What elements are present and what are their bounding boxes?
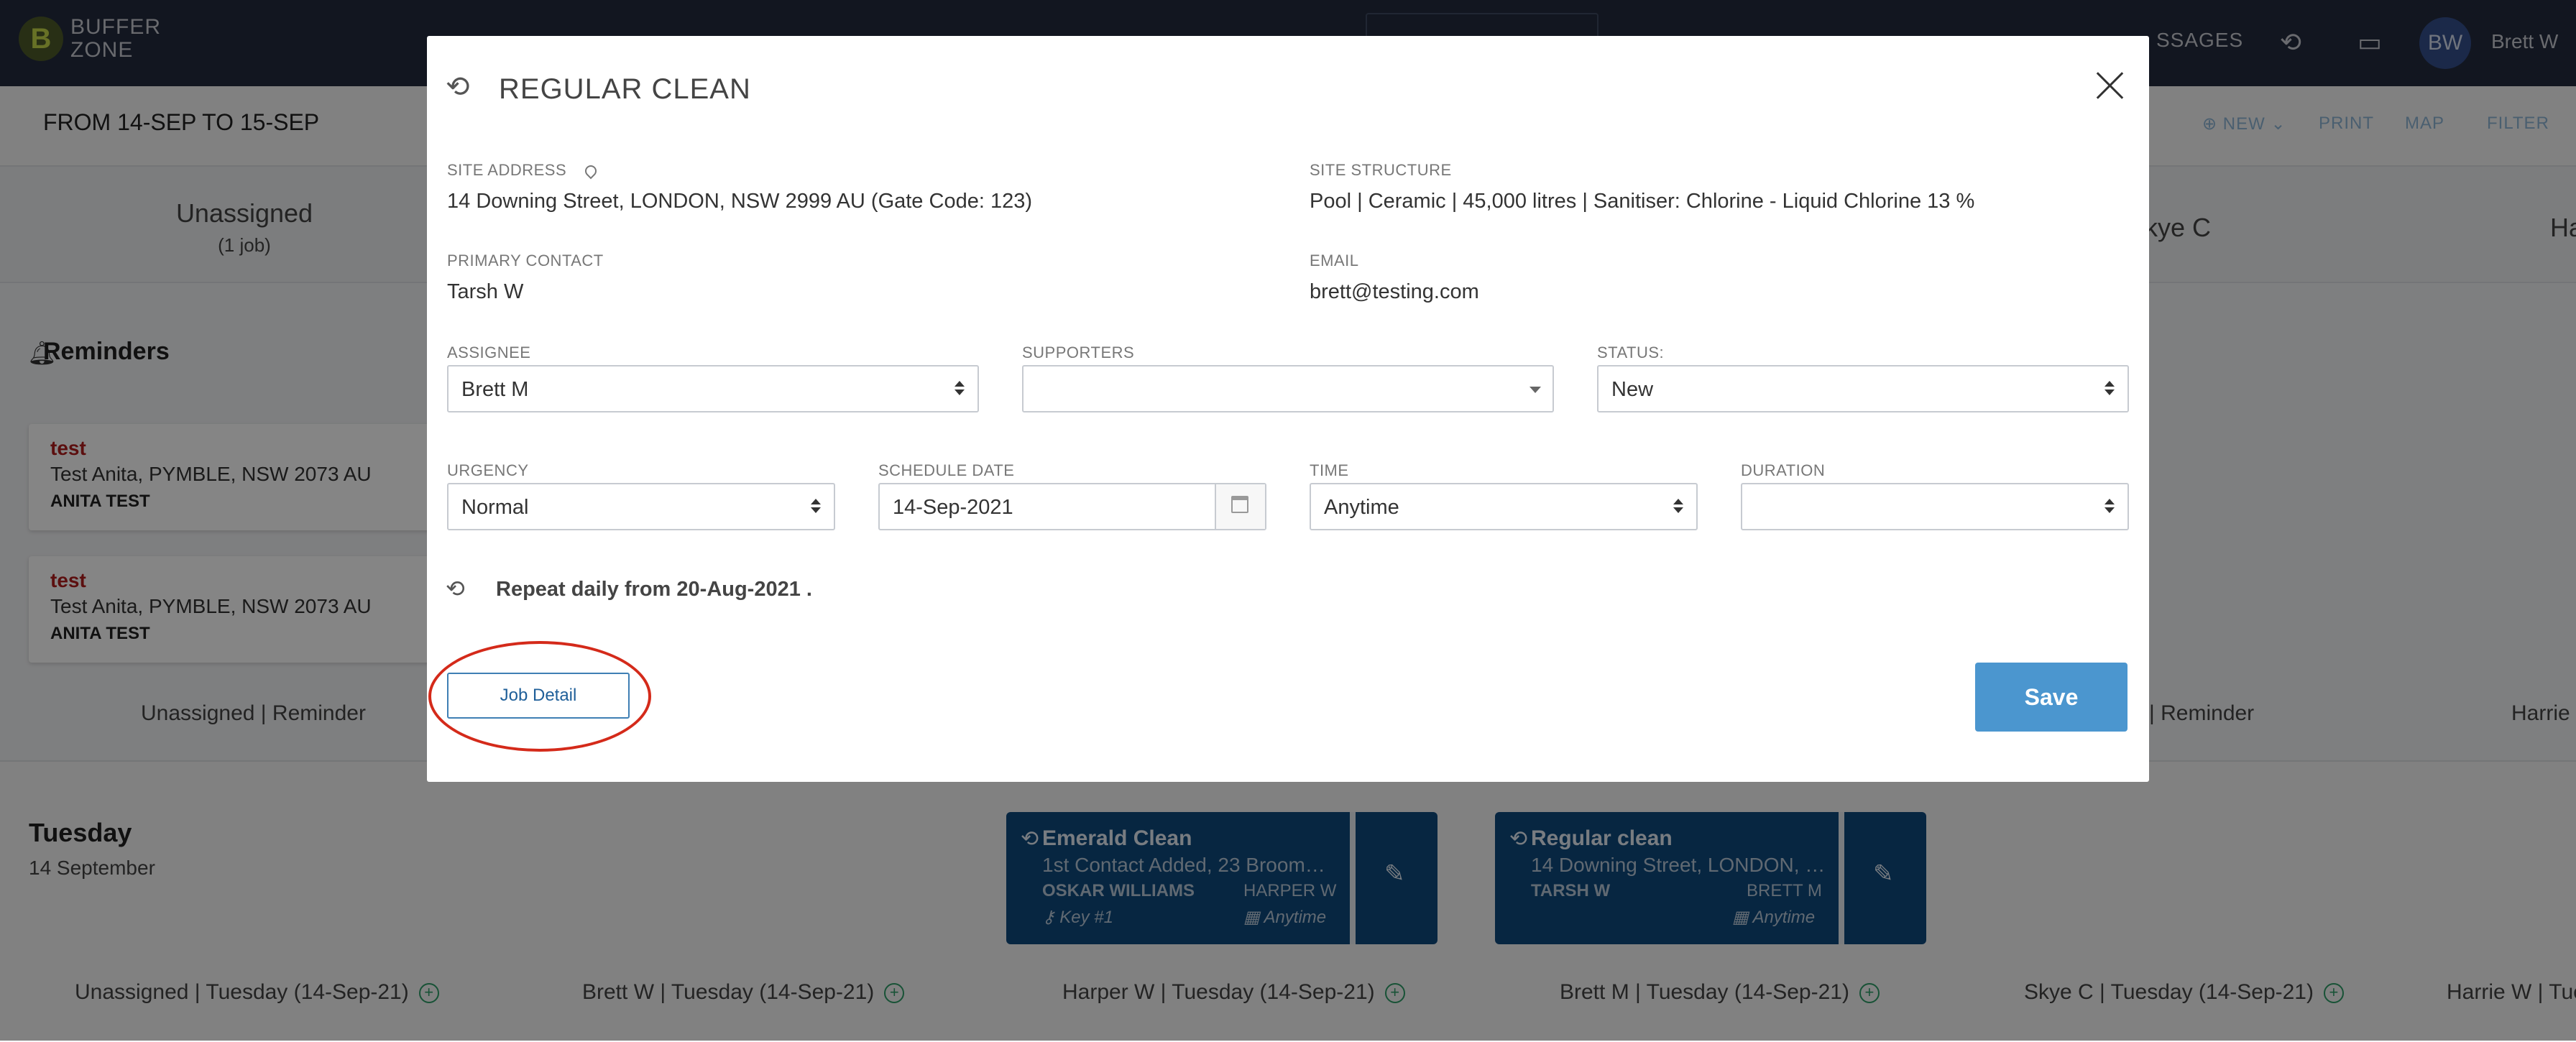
supporters-select[interactable] xyxy=(1022,365,1554,412)
status-label: STATUS: xyxy=(1597,344,1665,361)
select-arrows-icon xyxy=(2104,378,2115,400)
site-address-label-text: SITE ADDRESS xyxy=(447,161,567,179)
history-icon: ⟲ xyxy=(446,71,470,103)
site-address-label: SITE ADDRESS xyxy=(447,161,599,180)
repeat-text: Repeat daily from 20-Aug-2021 . xyxy=(496,578,812,601)
close-icon[interactable] xyxy=(2093,69,2126,102)
site-structure-value: Pool | Ceramic | 45,000 litres | Sanitis… xyxy=(1310,190,1975,213)
assignee-select[interactable]: Brett M xyxy=(447,365,979,412)
calendar-icon xyxy=(1231,496,1248,513)
time-label: TIME xyxy=(1310,461,1349,479)
primary-contact-value: Tarsh W xyxy=(447,280,524,303)
status-value: New xyxy=(1611,378,1654,401)
job-modal: ⟲ REGULAR CLEAN SITE ADDRESS 14 Downing … xyxy=(427,36,2149,782)
schedule-date-label: SCHEDULE DATE xyxy=(878,461,1015,479)
urgency-select[interactable]: Normal xyxy=(447,483,835,530)
urgency-label: URGENCY xyxy=(447,461,529,479)
duration-select[interactable] xyxy=(1741,483,2129,530)
select-arrows-icon xyxy=(811,496,821,517)
site-address-value: 14 Downing Street, LONDON, NSW 2999 AU (… xyxy=(447,190,1032,213)
duration-label: DURATION xyxy=(1741,461,1826,479)
chevron-down-icon xyxy=(1530,387,1541,393)
assignee-label: ASSIGNEE xyxy=(447,344,531,361)
calendar-button[interactable] xyxy=(1215,484,1265,529)
select-arrows-icon xyxy=(2104,496,2115,517)
save-button[interactable]: Save xyxy=(1975,663,2128,732)
email-value: brett@testing.com xyxy=(1310,280,1479,303)
supporters-label: SUPPORTERS xyxy=(1022,344,1135,361)
modal-title: REGULAR CLEAN xyxy=(499,73,751,105)
status-select[interactable]: New xyxy=(1597,365,2129,412)
schedule-date-value: 14-Sep-2021 xyxy=(893,496,1013,519)
select-arrows-icon xyxy=(1673,496,1683,517)
email-label: EMAIL xyxy=(1310,252,1359,269)
assignee-value: Brett M xyxy=(461,378,529,401)
primary-contact-label: PRIMARY CONTACT xyxy=(447,252,604,269)
time-select[interactable]: Anytime xyxy=(1310,483,1698,530)
select-arrows-icon xyxy=(954,378,965,400)
urgency-value: Normal xyxy=(461,496,529,519)
map-pin-icon[interactable] xyxy=(582,162,599,180)
schedule-date-input[interactable]: 14-Sep-2021 xyxy=(878,483,1266,530)
time-value: Anytime xyxy=(1324,496,1399,519)
repeat-icon: ⟲ xyxy=(446,576,465,601)
site-structure-label: SITE STRUCTURE xyxy=(1310,161,1452,179)
job-detail-button[interactable]: Job Detail xyxy=(447,673,630,719)
